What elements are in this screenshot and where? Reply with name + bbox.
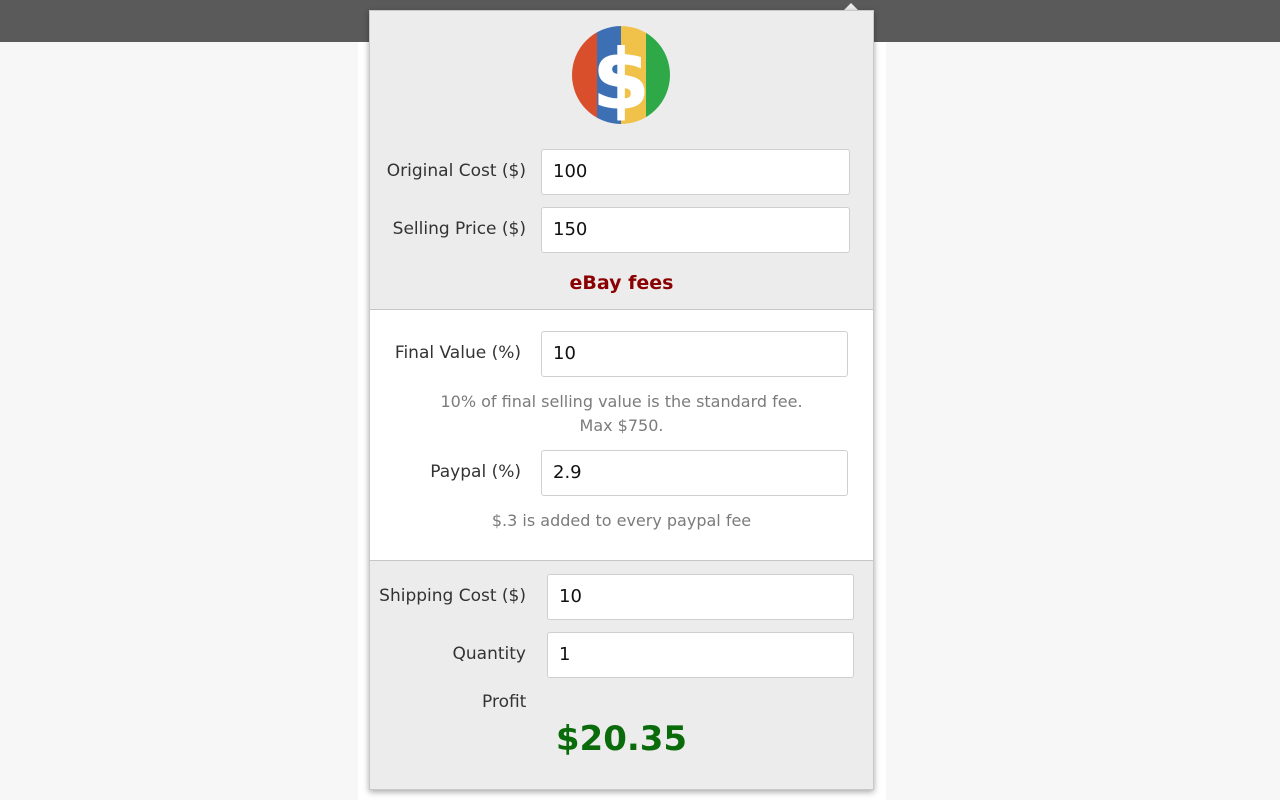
ebay-fees-heading: eBay fees bbox=[569, 272, 674, 294]
profit-label: Profit bbox=[482, 692, 527, 712]
quantity-input[interactable]: 1 bbox=[547, 632, 854, 678]
dollar-sign-icon: $ bbox=[572, 26, 670, 124]
paypal-input[interactable]: 2.9 bbox=[541, 450, 848, 496]
shipping-section: Shipping Cost ($) 10 Quantity 1 Profit $… bbox=[370, 561, 873, 789]
svg-text:$: $ bbox=[592, 33, 649, 124]
final-value-note: 10% of final selling value is the standa… bbox=[370, 390, 873, 438]
original-cost-input[interactable]: 100 bbox=[541, 149, 850, 195]
quantity-label: Quantity bbox=[452, 644, 526, 664]
final-value-label: Final Value (%) bbox=[394, 343, 521, 363]
selling-price-label: Selling Price ($) bbox=[392, 219, 526, 239]
final-value-input[interactable]: 10 bbox=[541, 331, 848, 377]
fees-section: Final Value (%) 10 10% of final selling … bbox=[370, 310, 873, 561]
calculator-popup: $ Original Cost ($) 100 Selling Price ($… bbox=[369, 10, 874, 790]
original-cost-label: Original Cost ($) bbox=[386, 161, 526, 181]
selling-price-input[interactable]: 150 bbox=[541, 207, 850, 253]
paypal-label: Paypal (%) bbox=[430, 462, 521, 482]
final-value-note-line2: Max $750. bbox=[579, 416, 664, 435]
profit-value: $20.35 bbox=[555, 719, 688, 759]
shipping-cost-input[interactable]: 10 bbox=[547, 574, 854, 620]
final-value-note-line1: 10% of final selling value is the standa… bbox=[440, 392, 803, 411]
shipping-cost-label: Shipping Cost ($) bbox=[379, 586, 526, 606]
cost-section: $ Original Cost ($) 100 Selling Price ($… bbox=[370, 11, 873, 310]
paypal-note: $.3 is added to every paypal fee bbox=[491, 511, 752, 530]
